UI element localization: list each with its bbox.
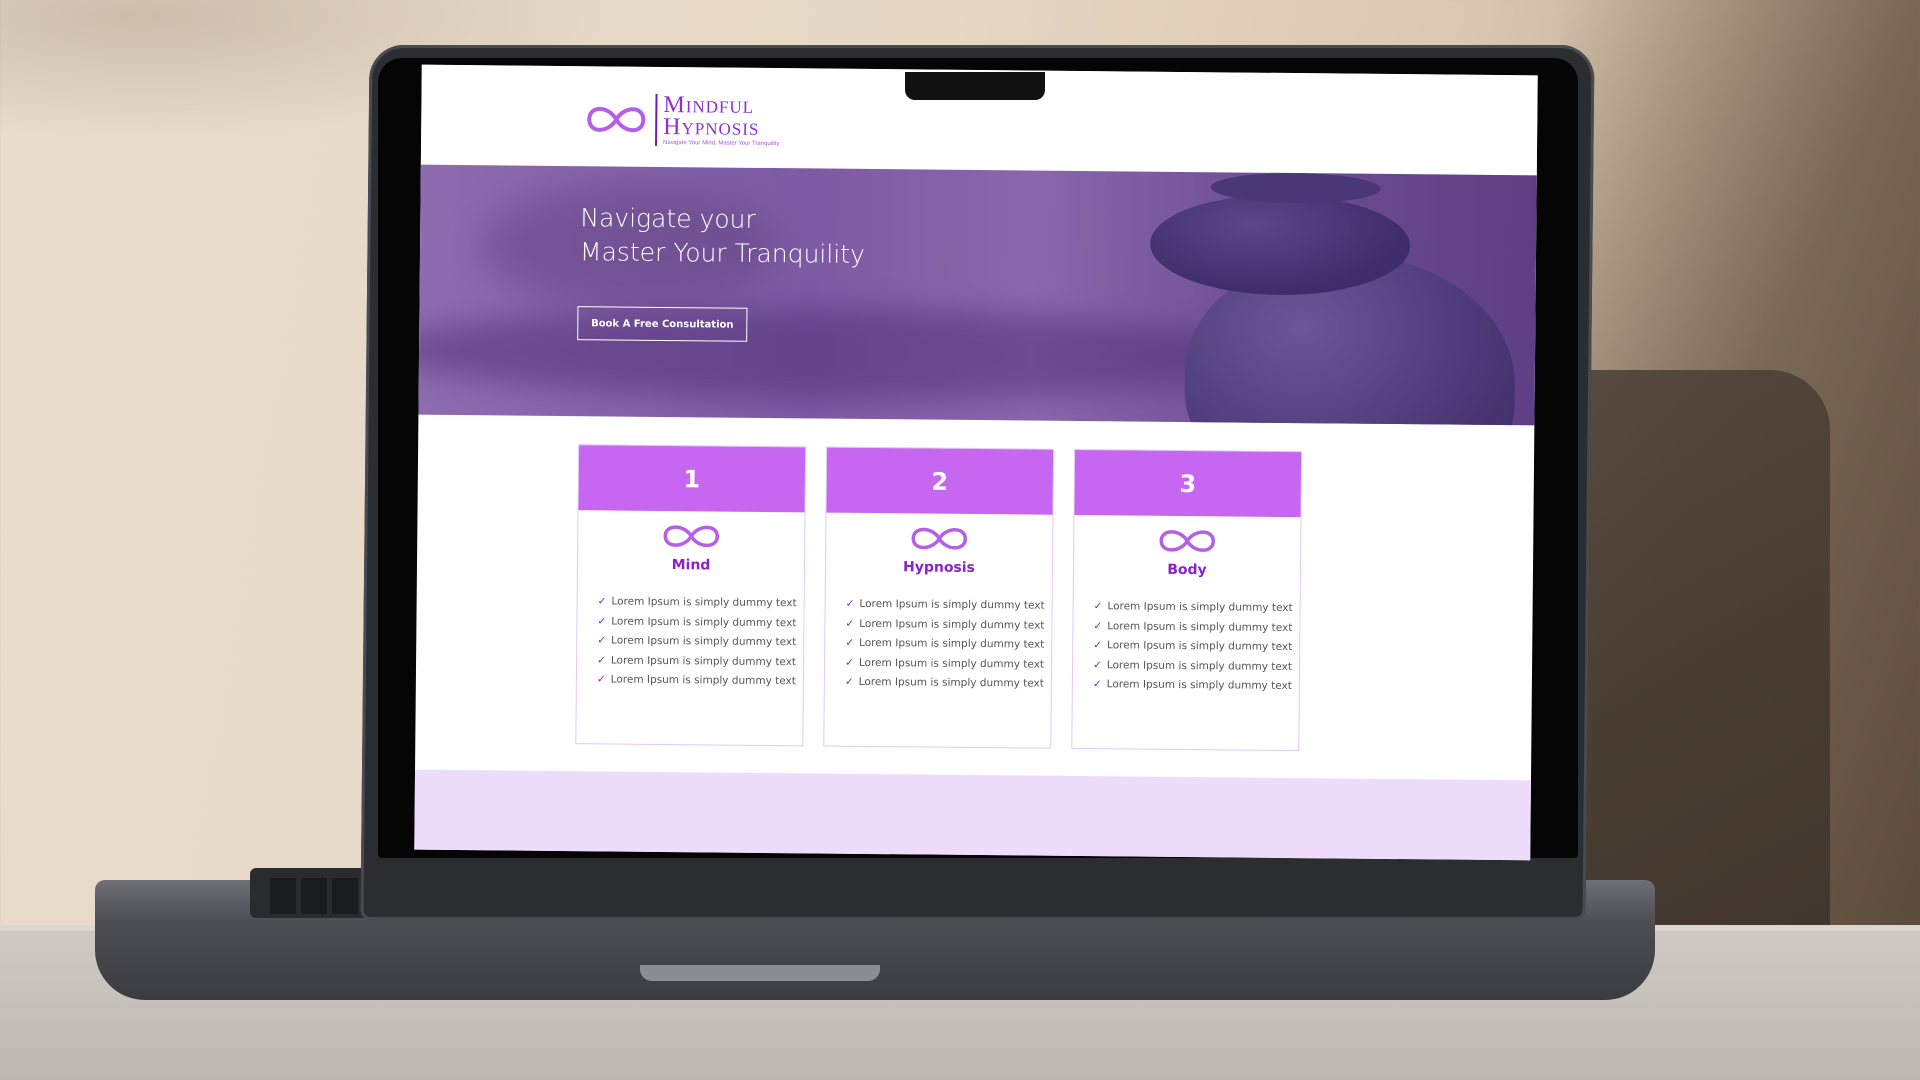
check-icon: ✓ bbox=[1093, 639, 1103, 652]
camera-notch bbox=[905, 72, 1045, 100]
list-item: ✓ Lorem Ipsum is simply dummy text bbox=[845, 597, 1045, 612]
footer-band bbox=[414, 769, 1531, 861]
list-item: ✓ Lorem Ipsum is simply dummy text bbox=[597, 634, 797, 649]
hero-wave bbox=[418, 304, 1280, 403]
list-item: ✓ Lorem Ipsum is simply dummy text bbox=[596, 673, 796, 688]
check-icon: ✓ bbox=[597, 653, 606, 666]
check-icon: ✓ bbox=[596, 673, 606, 686]
card-hypnosis: 2 Hypnosis ✓ Lorem Ipsum is simply dummy … bbox=[823, 446, 1055, 749]
hero-title: Navigate your Master Your Tranquility bbox=[580, 201, 865, 272]
book-consultation-button[interactable]: Book A Free Consultation bbox=[577, 306, 748, 342]
list-item: ✓ Lorem Ipsum is simply dummy text bbox=[1093, 619, 1293, 634]
card-mind: 1 Mind ✓ Lorem Ipsum is simply dummy text… bbox=[575, 444, 807, 747]
check-icon: ✓ bbox=[1093, 619, 1103, 632]
infinity-icon bbox=[1159, 530, 1216, 552]
hero-stone-middle bbox=[1149, 193, 1411, 297]
list-item: ✓ Lorem Ipsum is simply dummy text bbox=[597, 653, 797, 668]
list-item: ✓ Lorem Ipsum is simply dummy text bbox=[1093, 600, 1293, 615]
card-list: ✓ Lorem Ipsum is simply dummy text ✓ Lorem… bbox=[597, 592, 804, 691]
check-icon: ✓ bbox=[1093, 600, 1103, 613]
logo-title-line2: Hypnosis bbox=[663, 113, 760, 141]
hero-title-line1: Navigate your bbox=[580, 203, 756, 234]
logo-text: Mindful Hypnosis Navigate Your Mind, Mas… bbox=[655, 92, 780, 148]
card-number: 2 bbox=[826, 447, 1054, 515]
laptop-lip bbox=[640, 965, 880, 981]
website-screen: Mindful Hypnosis Navigate Your Mind, Mas… bbox=[414, 64, 1538, 861]
check-icon: ✓ bbox=[845, 636, 855, 649]
list-item: ✓ Lorem Ipsum is simply dummy text bbox=[845, 656, 1045, 671]
card-list: ✓ Lorem Ipsum is simply dummy text ✓ Lorem… bbox=[1093, 597, 1300, 696]
card-title: Hypnosis bbox=[902, 559, 976, 576]
check-icon: ✓ bbox=[1093, 658, 1102, 671]
check-icon: ✓ bbox=[845, 617, 855, 630]
list-item: ✓ Lorem Ipsum is simply dummy text bbox=[845, 636, 1045, 651]
list-item: ✓ Lorem Ipsum is simply dummy text bbox=[844, 675, 1044, 690]
card-number: 3 bbox=[1074, 449, 1302, 518]
hero-banner: Navigate your Master Your Tranquility Bo… bbox=[418, 164, 1537, 426]
check-icon: ✓ bbox=[597, 634, 607, 647]
check-icon: ✓ bbox=[1092, 678, 1102, 691]
card-body: 3 Body ✓ Lorem Ipsum is simply dummy text… bbox=[1071, 448, 1303, 752]
feature-cards: 1 Mind ✓ Lorem Ipsum is simply dummy text… bbox=[575, 444, 1318, 752]
check-icon: ✓ bbox=[845, 597, 855, 610]
hero-title-line2: Master Your Tranquility bbox=[579, 237, 865, 269]
site-logo[interactable]: Mindful Hypnosis Navigate Your Mind, Mas… bbox=[583, 92, 780, 148]
check-icon: ✓ bbox=[845, 656, 854, 669]
list-item: ✓ Lorem Ipsum is simply dummy text bbox=[845, 617, 1045, 632]
list-item: ✓ Lorem Ipsum is simply dummy text bbox=[1093, 639, 1293, 654]
infinity-icon bbox=[587, 106, 646, 133]
infinity-icon bbox=[663, 525, 720, 548]
check-icon: ✓ bbox=[844, 675, 854, 688]
logo-tagline: Navigate Your Mind, Master Your Tranquil… bbox=[663, 139, 780, 148]
card-number: 1 bbox=[578, 445, 806, 513]
list-item: ✓ Lorem Ipsum is simply dummy text bbox=[597, 614, 797, 629]
card-title: Mind bbox=[671, 557, 711, 574]
card-list: ✓ Lorem Ipsum is simply dummy text ✓ Lorem… bbox=[845, 595, 1052, 694]
list-item: ✓ Lorem Ipsum is simply dummy text bbox=[1093, 658, 1293, 673]
check-icon: ✓ bbox=[597, 595, 607, 608]
infinity-icon bbox=[911, 527, 968, 550]
list-item: ✓ Lorem Ipsum is simply dummy text bbox=[597, 595, 797, 610]
list-item: ✓ Lorem Ipsum is simply dummy text bbox=[1092, 678, 1292, 693]
check-icon: ✓ bbox=[597, 614, 607, 627]
card-title: Body bbox=[1167, 561, 1207, 579]
